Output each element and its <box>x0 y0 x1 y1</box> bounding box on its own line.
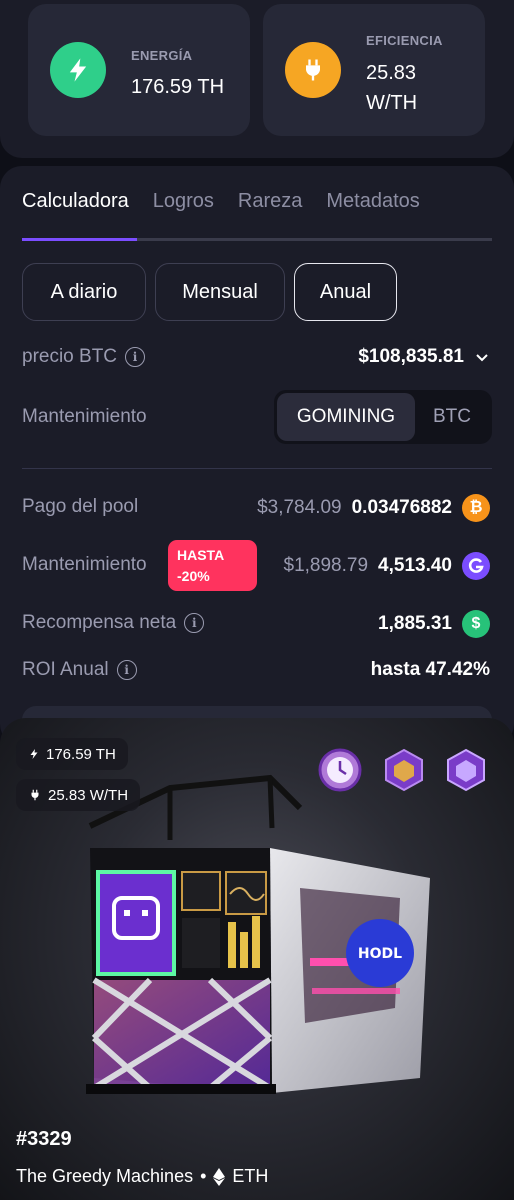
roi-label-group: ROI Anual i <box>22 659 137 681</box>
toggle-btc-option[interactable]: BTC <box>415 393 489 441</box>
net-reward-label-group: Recompensa neta i <box>22 612 205 634</box>
pool-payout-amount: 0.03476882 <box>351 497 452 518</box>
period-daily-button[interactable]: A diario <box>22 263 146 321</box>
btc-price-label: precio BTC <box>22 346 118 367</box>
discount-badge-line2: -20% <box>177 568 210 584</box>
tab-metadatos[interactable]: Metadatos <box>326 190 419 213</box>
stats-panel: ENERGÍA 176.59 TH EFICIENCIA 25.83 W/TH <box>0 0 514 158</box>
nft-efficiency-pill: 25.83 W/TH <box>16 779 141 811</box>
pool-payout-label: Pago del pool <box>22 496 139 517</box>
net-reward-label: Recompensa neta <box>22 612 177 633</box>
tab-calculadora[interactable]: Calculadora <box>22 190 129 213</box>
period-selector: A diario Mensual Anual <box>22 263 397 321</box>
energy-label: ENERGÍA <box>131 48 193 63</box>
tab-rareza[interactable]: Rareza <box>238 190 302 213</box>
nft-chain: ETH <box>232 1166 269 1186</box>
discount-badge-line1: HASTA <box>177 547 225 563</box>
btc-price-value: $108,835.81 <box>358 346 464 367</box>
net-reward-values: 1,885.31 $ <box>378 610 490 638</box>
active-tab-indicator <box>22 238 137 241</box>
ethereum-icon <box>213 1167 226 1186</box>
cube-badge-icon[interactable] <box>444 748 488 792</box>
bolt-icon <box>50 42 106 98</box>
tab-bar: Calculadora Logros Rareza Metadatos <box>22 190 420 213</box>
btc-coin-icon: ₿ <box>462 494 490 522</box>
gomining-coin-icon <box>462 552 490 580</box>
maintenance-cost-values: $1,898.79 4,513.40 <box>283 552 490 580</box>
nft-efficiency: 25.83 W/TH <box>48 786 129 804</box>
tab-logros[interactable]: Logros <box>153 190 214 213</box>
dollar-coin-icon: $ <box>462 610 490 638</box>
info-icon[interactable]: i <box>184 613 205 633</box>
period-annual-button[interactable]: Anual <box>294 263 397 321</box>
toggle-gomining-option[interactable]: GOMINING <box>277 393 415 441</box>
svg-text:HODL: HODL <box>358 946 402 962</box>
discount-badge: HASTA -20% <box>168 540 257 591</box>
nft-hashrate: 176.59 TH <box>46 745 116 763</box>
maintenance-toggle-label: Mantenimiento <box>22 406 147 427</box>
separator-dot: • <box>200 1166 207 1186</box>
bolt-icon <box>30 749 38 759</box>
efficiency-label: EFICIENCIA <box>366 33 443 48</box>
nft-card[interactable]: HODL 176.59 TH 25.83 W/TH #3329 The Gree… <box>0 718 514 1200</box>
cube-badge-icon[interactable] <box>382 748 426 792</box>
plug-icon <box>285 42 341 98</box>
nft-hashrate-pill: 176.59 TH <box>16 738 128 770</box>
nft-collection-line: The Greedy Machines • ETH <box>16 1166 268 1187</box>
clock-badge-icon[interactable] <box>318 748 362 792</box>
nft-collection-name: The Greedy Machines <box>16 1166 194 1186</box>
nft-id: #3329 <box>16 1128 72 1150</box>
efficiency-card: EFICIENCIA 25.83 W/TH <box>263 4 485 136</box>
maintenance-currency-toggle: GOMINING BTC <box>274 390 492 444</box>
calculator-panel: Calculadora Logros Rareza Metadatos A di… <box>0 166 514 746</box>
efficiency-value-unit: W/TH <box>366 92 418 114</box>
plug-icon <box>31 789 39 801</box>
chevron-down-icon <box>476 354 488 362</box>
net-reward-amount: 1,885.31 <box>378 613 452 634</box>
energy-value: 176.59 TH <box>131 76 225 98</box>
period-monthly-button[interactable]: Mensual <box>155 263 285 321</box>
pool-payout-values: $3,784.09 0.03476882 ₿ <box>257 494 490 522</box>
roi-label: ROI Anual <box>22 659 109 680</box>
btc-price-label-group: precio BTC i <box>22 346 146 368</box>
maintenance-amount: 4,513.40 <box>378 555 452 576</box>
btc-price-dropdown[interactable]: $108,835.81 <box>358 346 490 368</box>
info-icon[interactable]: i <box>125 347 146 367</box>
efficiency-value-number: 25.83 <box>366 62 417 84</box>
energy-card: ENERGÍA 176.59 TH <box>28 4 250 136</box>
roi-value: hasta 47.42% <box>370 659 490 680</box>
info-icon[interactable]: i <box>116 660 137 680</box>
maintenance-usd: $1,898.79 <box>283 555 369 576</box>
pool-payout-usd: $3,784.09 <box>257 497 342 518</box>
maintenance-cost-label: Mantenimiento <box>22 554 147 575</box>
divider <box>22 468 492 469</box>
